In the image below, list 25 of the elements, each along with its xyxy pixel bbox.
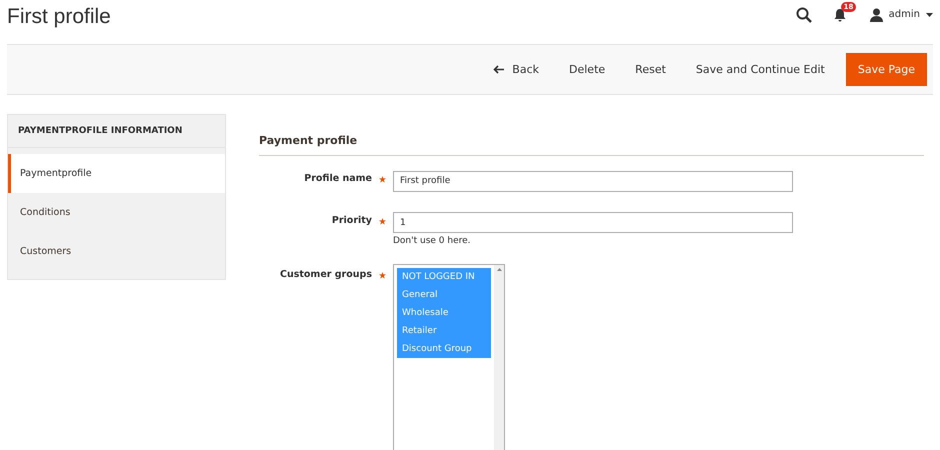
caret-icon[interactable]: [926, 12, 933, 16]
input-field[interactable]: First profile: [393, 170, 793, 192]
field-label: Customer groups: [280, 269, 372, 280]
page-title: First profile: [7, 5, 111, 29]
bell-icon[interactable]: [834, 8, 846, 22]
search-icon[interactable]: [796, 6, 812, 22]
user-name[interactable]: admin: [888, 9, 920, 20]
field-note: Don't use 0 here.: [393, 236, 472, 246]
action-button[interactable]: Delete: [556, 55, 618, 84]
action-button[interactable]: Reset: [622, 55, 679, 84]
input-field[interactable]: 1: [393, 212, 793, 233]
field-label: Priority: [332, 214, 372, 226]
scroll-up-icon[interactable]: [496, 268, 502, 271]
sidebar-tab[interactable]: Customers: [8, 232, 225, 271]
save-page-button[interactable]: Save Page: [846, 53, 927, 86]
back-button[interactable]: Back: [480, 55, 552, 84]
scrollbar[interactable]: [494, 265, 504, 450]
action-button[interactable]: Save and Continue Edit: [682, 55, 838, 84]
sidebar-title: PAYMENTPROFILE INFORMATION: [8, 115, 225, 148]
sidebar-tab[interactable]: Conditions: [8, 193, 225, 232]
section-title: Payment profile: [259, 134, 924, 156]
user-icon: [870, 8, 883, 22]
sidebar-tab[interactable]: Paymentprofile: [8, 154, 225, 193]
field-label: Profile name: [304, 173, 372, 184]
arrow-left-icon: [493, 65, 504, 74]
